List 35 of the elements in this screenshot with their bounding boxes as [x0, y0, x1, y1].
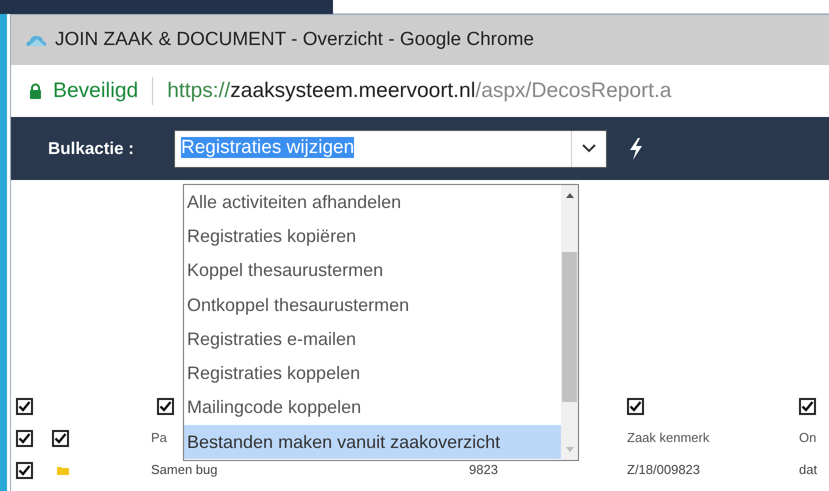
- checkbox[interactable]: [16, 462, 33, 478]
- column-heading: On: [799, 429, 816, 448]
- dropdown-option[interactable]: Koppel thesaurustermen: [184, 254, 561, 288]
- scroll-up-icon[interactable]: [566, 193, 574, 198]
- column-heading: Pa: [151, 429, 167, 448]
- checkbox[interactable]: [52, 430, 69, 446]
- scrollbar[interactable]: [561, 185, 578, 460]
- url-text[interactable]: https://zaaksysteem.meervoort.nl/aspx/DecosReport.a: [167, 75, 672, 107]
- security-label: Beveiligd: [53, 78, 138, 104]
- dropdown-option[interactable]: Registraties e-mailen: [184, 322, 561, 356]
- table-cell-text: dat: [799, 461, 818, 480]
- window-title: JOIN ZAAK & DOCUMENT - Overzicht - Google Chrome: [55, 28, 534, 52]
- checkbox[interactable]: [16, 430, 33, 446]
- chevron-down-icon: [582, 144, 596, 153]
- lightning-icon[interactable]: [629, 138, 643, 160]
- dropdown-option[interactable]: Alle activiteiten afhandelen: [184, 185, 561, 220]
- checkbox[interactable]: [799, 398, 816, 414]
- checkbox[interactable]: [627, 398, 644, 414]
- dropdown-option[interactable]: Mailingcode koppelen: [184, 390, 561, 426]
- folder-icon: [57, 466, 69, 474]
- checkbox[interactable]: [16, 398, 33, 414]
- scrollbar-thumb[interactable]: [562, 252, 577, 402]
- table-cell-text: Samen bug: [151, 461, 218, 480]
- bulk-action-label: Bulkactie :: [48, 138, 135, 160]
- lock-icon: [29, 83, 42, 99]
- dropdown-option[interactable]: Ontkoppel thesaurustermen: [184, 288, 561, 322]
- dropdown-option[interactable]: Registraties kopiëren: [184, 219, 561, 254]
- checkbox[interactable]: [157, 398, 174, 414]
- column-heading: Zaak kenmerk: [627, 429, 710, 448]
- select-value: Registraties wijzigen: [181, 136, 356, 160]
- dropdown-option[interactable]: Bestanden maken vanuit zaakoverzicht: [184, 425, 561, 460]
- cloud-icon: [25, 34, 47, 46]
- table-cell-text: 9823: [469, 461, 498, 480]
- dropdown-option[interactable]: Registraties koppelen: [184, 356, 561, 391]
- table-cell-text: Z/18/009823: [627, 461, 700, 480]
